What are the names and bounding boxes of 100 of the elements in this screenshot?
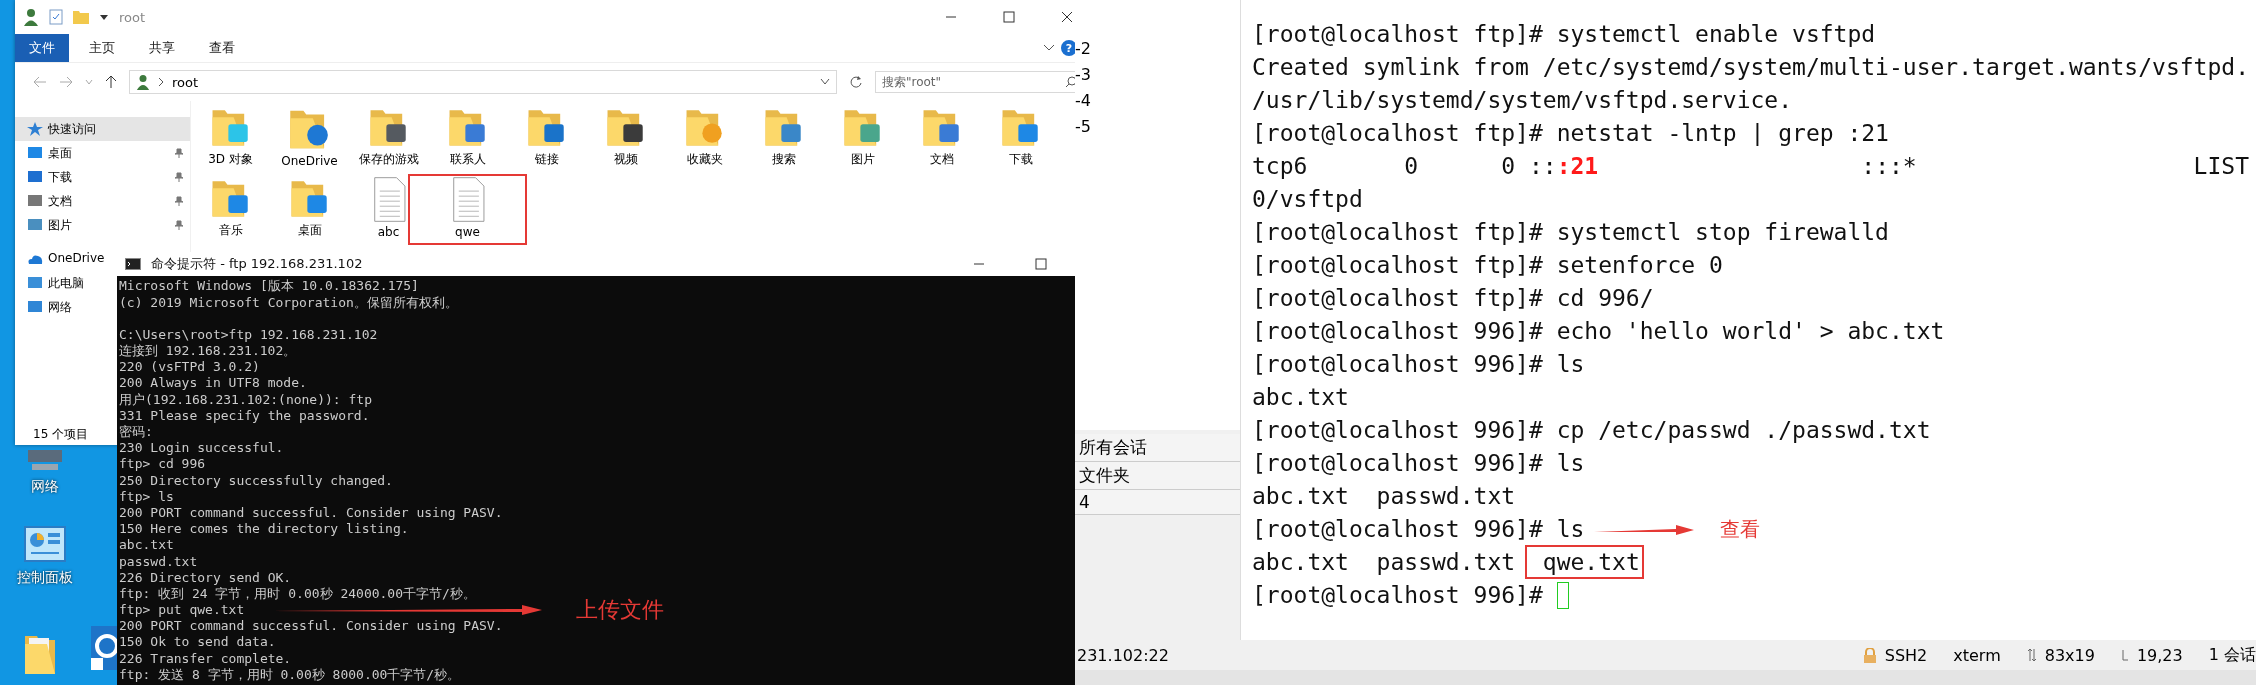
console-line: 250 Directory successfully changed. xyxy=(119,472,393,489)
console-line: 331 Please specify the password. xyxy=(119,407,370,424)
caret-icon[interactable] xyxy=(820,78,830,86)
nav-item[interactable]: 网络 xyxy=(15,295,78,319)
file-item[interactable]: 视频 xyxy=(586,103,665,174)
terminal-line: Created symlink from /etc/systemd/system/multi-user.target.wants/vsftpd. xyxy=(1252,53,2249,82)
console-line: 200 Always in UTF8 mode. xyxy=(119,375,307,392)
status-sessions: 1 会话 xyxy=(2208,644,2256,666)
terminal-line: [root@localhost 996]# echo 'hello world' > abc.txt xyxy=(1252,317,1945,346)
console-line: 226 Directory send OK. xyxy=(119,569,292,586)
up-icon[interactable] xyxy=(105,75,117,89)
console-line: ftp> put qwe.txt xyxy=(119,602,245,619)
pin-icon[interactable] xyxy=(174,148,184,158)
help-button[interactable]: ? xyxy=(1061,40,1075,56)
session-item[interactable]: -3 xyxy=(1075,64,1240,86)
maximize-icon[interactable] xyxy=(1003,11,1015,23)
session-item[interactable]: -4 xyxy=(1075,90,1240,112)
pin-icon[interactable] xyxy=(174,196,184,206)
lock-icon xyxy=(1862,647,1877,663)
file-item[interactable]: 音乐 xyxy=(191,174,270,245)
file-item[interactable]: 联系人 xyxy=(428,103,507,174)
terminal-line: [root@localhost 996]# xyxy=(1252,581,1544,610)
terminal-line: [root@localhost ftp]# netstat -lntp | grep :21 xyxy=(1252,119,1889,148)
terminal-line: [root@localhost 996]# ls xyxy=(1252,350,1585,379)
terminal-line: [root@localhost 996]# ls xyxy=(1252,515,1585,544)
control-panel-icon[interactable] xyxy=(23,525,67,563)
console-line: 226 Transfer complete. xyxy=(119,650,292,667)
terminal-line: 0/vsftpd xyxy=(1252,185,1363,214)
console-line: ftp> ls xyxy=(119,488,174,505)
console-line: ftp> cd 996 xyxy=(119,456,206,473)
file-item[interactable]: 文档 xyxy=(902,103,981,174)
chevron-icon xyxy=(158,77,164,87)
console-line: 连接到 192.168.231.102。 xyxy=(119,343,297,360)
console-line: Microsoft Windows [版本 10.0.18362.175] xyxy=(119,278,419,295)
terminal-line: abc.txt passwd.txt xyxy=(1252,482,1516,511)
console-line: 200 PORT command successful. Consider using PASV. xyxy=(119,504,503,522)
console-line: 150 Here comes the directory listing. xyxy=(119,521,409,538)
status-protocol: SSH2 xyxy=(1884,645,1928,665)
terminal-line: /usr/lib/systemd/system/vsftpd.service. xyxy=(1252,86,1793,115)
terminal-line: [root@localhost ftp]# cd 996/ xyxy=(1252,284,1654,313)
console-line: ftp: 收到 24 字节，用时 0.00秒 24000.00千字节/秒。 xyxy=(119,585,476,603)
console-line: (c) 2019 Microsoft Corporation。保留所有权利。 xyxy=(119,294,458,311)
cursor-position-icon xyxy=(2120,648,2129,662)
status-host: 231.102:22 xyxy=(1077,645,1169,665)
nav-item[interactable]: 快速访问 xyxy=(15,117,190,141)
console-line: 220 (vsFTPd 3.0.2) xyxy=(119,359,260,376)
terminal-line: [root@localhost ftp]# systemctl enable vsftpd xyxy=(1252,20,1876,49)
window-title: root xyxy=(119,9,146,25)
resize-icon xyxy=(2026,648,2037,662)
file-item[interactable]: 图片 xyxy=(823,103,902,174)
terminal-line: [root@localhost 996]# ls xyxy=(1252,449,1585,478)
status-terminal-type: xterm xyxy=(1953,645,2001,665)
nav-item[interactable]: 图片 xyxy=(15,213,190,237)
session-item[interactable]: -5 xyxy=(1075,116,1240,138)
console-line: 密码: xyxy=(119,424,153,441)
pin-icon[interactable] xyxy=(174,172,184,182)
ribbon-tab[interactable]: 文件 xyxy=(15,34,69,62)
nav-item[interactable]: 下载 xyxy=(15,165,190,189)
console-line: 150 Ok to send data. xyxy=(119,634,276,651)
nav-item[interactable]: OneDrive xyxy=(15,245,111,271)
search-field[interactable]: 搜索"root" xyxy=(875,71,1075,93)
status-text: 15 个项目 xyxy=(33,425,89,443)
maximize-icon[interactable] xyxy=(1035,258,1047,271)
console-line: 200 PORT command successful. Consider using PASV. xyxy=(119,618,503,635)
file-item[interactable]: 桌面 xyxy=(270,174,349,245)
file-item[interactable]: 3D 对象 xyxy=(191,103,270,174)
console-line: 用户(192.168.231.102:(none)): ftp xyxy=(119,391,372,408)
file-item[interactable]: 收藏夹 xyxy=(665,103,744,174)
session-item[interactable]: -2 xyxy=(1075,38,1240,60)
forward-icon[interactable] xyxy=(59,76,73,88)
pin-icon[interactable] xyxy=(174,220,184,230)
nav-item[interactable]: 桌面 xyxy=(15,141,190,165)
chevron-icon[interactable] xyxy=(1043,44,1055,52)
file-item[interactable]: 搜索 xyxy=(744,103,823,174)
file-item[interactable]: 下载 xyxy=(981,103,1060,174)
close-icon[interactable] xyxy=(1061,11,1073,23)
file-item[interactable]: qwe xyxy=(408,174,527,245)
back-icon[interactable] xyxy=(33,76,47,88)
file-item[interactable]: 链接 xyxy=(507,103,586,174)
window-title: 命令提示符 - ftp 192.168.231.102 xyxy=(151,255,363,274)
address-bar[interactable]: root xyxy=(129,70,837,94)
annotation-label: 查看 xyxy=(1720,516,1761,543)
terminal-line: [root@localhost ftp]# setenforce 0 xyxy=(1252,251,1723,280)
status-size: 83x19 xyxy=(2044,645,2095,665)
refresh-icon[interactable] xyxy=(849,75,863,89)
caret-icon[interactable] xyxy=(99,13,109,21)
terminal-icon[interactable] xyxy=(125,258,141,271)
star-icon xyxy=(27,122,43,136)
user-icon[interactable] xyxy=(23,8,39,26)
table-cell: 4 xyxy=(1075,490,1240,515)
table-cell: 所有会话 xyxy=(1075,434,1240,462)
nav-item[interactable]: 文档 xyxy=(15,189,190,213)
table-cell: 文件夹 xyxy=(1075,462,1240,490)
terminal-line: abc.txt xyxy=(1252,383,1349,412)
file-item[interactable]: OneDrive xyxy=(270,103,349,174)
file-item[interactable]: 保存的游戏 xyxy=(349,103,428,174)
user-icon xyxy=(136,74,150,90)
nav-item[interactable]: 此电脑 xyxy=(15,271,90,295)
console-line: ftp: 发送 8 字节，用时 0.00秒 8000.00千字节/秒。 xyxy=(119,666,461,683)
terminal-line: [root@localhost ftp]# systemctl stop firewalld xyxy=(1252,218,1889,247)
